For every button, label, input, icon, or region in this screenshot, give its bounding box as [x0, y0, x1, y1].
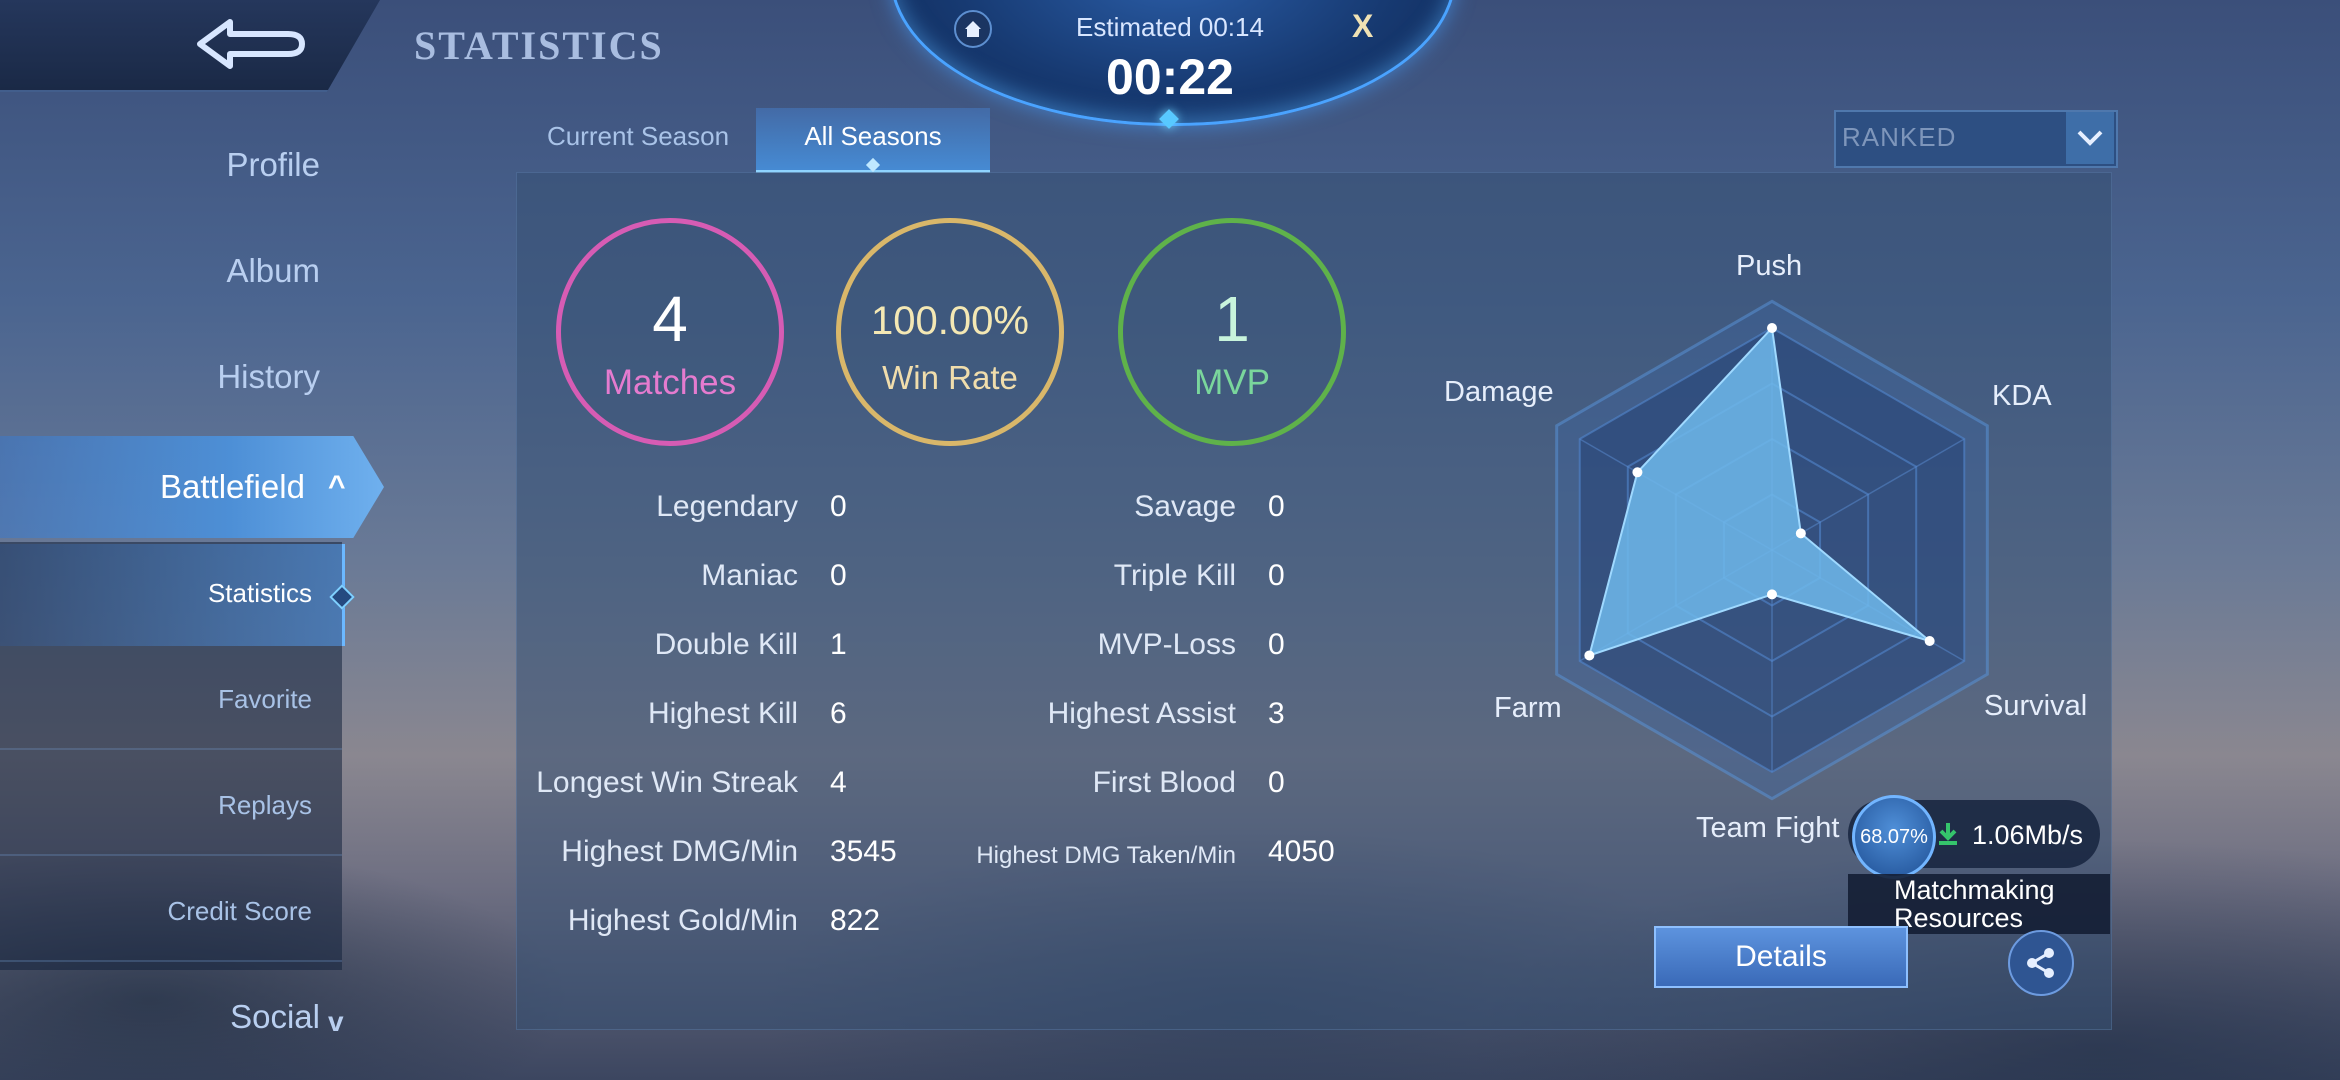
download-icon — [1934, 820, 1962, 853]
mvp-value: 1 — [1214, 283, 1250, 355]
stat-label: Legendary — [656, 490, 798, 523]
radar-value-point — [1924, 636, 1935, 647]
matches-label: Matches — [603, 363, 737, 402]
stat-value: 822 — [830, 904, 881, 937]
stat-label: MVP-Loss — [1097, 628, 1236, 661]
nav-item-battlefield-label: Battlefield — [160, 468, 305, 505]
chevron-down-icon — [2077, 130, 2103, 146]
stat-label: Highest DMG/Min — [561, 835, 798, 868]
estimated-time: Estimated 00:14 — [1076, 12, 1264, 42]
stat-value: 0 — [1268, 628, 1285, 661]
win-rate-circle: 100.00% Win Rate — [836, 218, 1064, 446]
share-button[interactable] — [2008, 930, 2074, 996]
radar-axis-label: Damage — [1444, 376, 1554, 408]
stat-value: 0 — [1268, 766, 1285, 799]
radar-value-point — [1632, 467, 1643, 478]
download-progress-gauge: 68.07% — [1852, 795, 1936, 879]
stat-value: 0 — [1268, 559, 1285, 592]
stat-value: 3 — [1268, 697, 1285, 730]
mode-select-value: RANKED — [1842, 122, 1957, 152]
download-speed: 1.06Mb/s — [1972, 820, 2084, 850]
stat-value: 6 — [830, 697, 847, 730]
radar-value-point — [1584, 650, 1595, 661]
stat-label: Highest Gold/Min — [567, 904, 798, 937]
mvp-label: MVP — [1194, 363, 1270, 402]
nav-item-album[interactable]: Album — [0, 252, 320, 290]
stat-label: Triple Kill — [1113, 559, 1236, 592]
stat-value: 4 — [830, 766, 847, 799]
radar-value-point — [1767, 589, 1777, 600]
stat-label: Longest Win Streak — [536, 766, 798, 799]
performance-radar-chart — [1555, 299, 1989, 801]
back-button[interactable] — [190, 8, 320, 84]
home-button[interactable] — [954, 10, 992, 48]
stat-label: Maniac — [701, 559, 798, 592]
mode-select-toggle[interactable] — [2066, 112, 2114, 164]
stat-value: 0 — [1268, 490, 1285, 523]
stat-value: 0 — [830, 490, 847, 523]
matches-value: 4 — [652, 283, 688, 355]
stat-value: 3545 — [830, 835, 897, 868]
stat-value: 0 — [830, 559, 847, 592]
stat-value: 4050 — [1268, 835, 1335, 868]
share-icon — [2027, 948, 2054, 978]
stat-label: Highest Assist — [1047, 697, 1236, 730]
stat-label: Savage — [1134, 490, 1236, 523]
nav-item-profile[interactable]: Profile — [0, 146, 320, 184]
subnav-label-statistics: Statistics — [207, 578, 312, 608]
radar-axis-label: KDA — [1992, 380, 2052, 412]
subnav-item-replays[interactable]: Replays — [0, 790, 312, 821]
stat-label: First Blood — [1092, 766, 1236, 799]
radar-axis-label: Push — [1736, 250, 1803, 282]
subnav-item-credit-score[interactable]: Credit Score — [0, 896, 313, 927]
stat-value: 1 — [830, 628, 847, 661]
elapsed-time: 00:22 — [1106, 49, 1234, 105]
stat-label: Double Kill — [654, 628, 798, 661]
tab-current-season[interactable]: Current Season — [530, 108, 746, 170]
subnav-item-favorite[interactable]: Favorite — [0, 684, 312, 715]
matches-circle: 4 Matches — [556, 218, 784, 446]
win-rate-label: Win Rate — [882, 359, 1018, 396]
page-title: STATISTICS — [414, 23, 664, 68]
matchmaking-resources-label: Matchmaking Resources — [1894, 875, 2055, 933]
nav-item-social[interactable]: Social — [0, 998, 320, 1036]
chevron-down-icon: v — [328, 1006, 344, 1037]
details-button[interactable]: Details — [1654, 926, 1908, 988]
back-arrow-icon — [197, 19, 305, 69]
radar-value-point — [1795, 528, 1806, 539]
radar-axis-label: Survival — [1984, 690, 2088, 722]
chevron-up-icon: ^ — [328, 470, 346, 503]
nav-item-history[interactable]: History — [0, 358, 320, 396]
radar-value-point — [1767, 323, 1777, 333]
home-icon — [965, 21, 981, 37]
mvp-circle: 1 MVP — [1118, 218, 1346, 446]
win-rate-value: 100.00% — [871, 299, 1029, 343]
stat-label: Highest DMG Taken/Min — [976, 842, 1236, 869]
radar-axis-label: Team Fight — [1696, 812, 1840, 844]
radar-axis-label: Farm — [1494, 692, 1562, 724]
stat-label: Highest Kill — [647, 697, 798, 730]
cancel-matchmaking-button[interactable]: X — [1352, 8, 1373, 45]
